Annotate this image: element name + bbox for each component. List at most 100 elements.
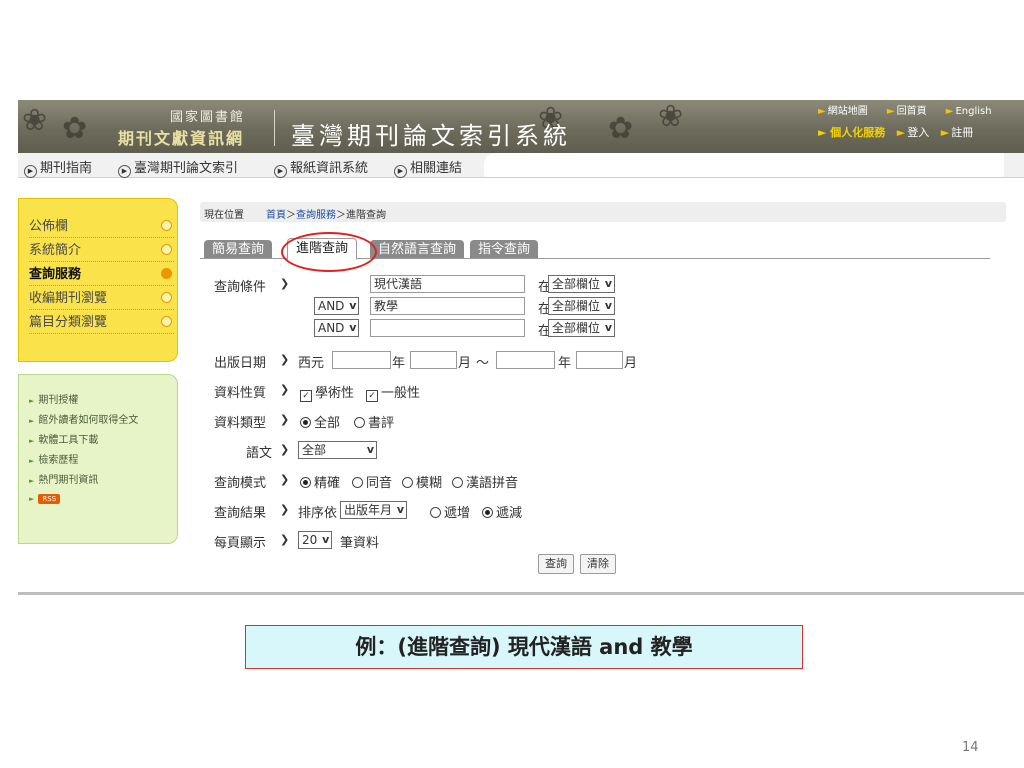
breadcrumb-path: 首頁＞查詢服務＞進階查詢 [266, 206, 386, 221]
per-page-label: 每頁顯示 [214, 536, 267, 551]
register-link[interactable]: ► 註冊 [941, 126, 973, 139]
tab-natural-language[interactable]: 自然語言查詢 [370, 240, 465, 258]
login-link[interactable]: ► 登入 [897, 126, 929, 139]
query-condition-label: 查詢條件 [214, 280, 267, 295]
start-year-input[interactable] [332, 351, 391, 369]
sidebar-item-search-service[interactable]: 查詢服務 [29, 263, 174, 286]
start-month-input[interactable] [410, 351, 457, 369]
breadcrumb-separator: ＞ [336, 210, 346, 221]
boolean-select-2[interactable]: AND [314, 297, 360, 315]
general-checkbox[interactable]: ✓ 一般性 [366, 382, 420, 402]
sort-desc-radio[interactable]: 遞減 [482, 502, 522, 521]
triangle-icon: ► [29, 417, 35, 425]
chevron-right-icon: ❯ [280, 413, 290, 426]
month-unit-label: 月 [624, 356, 638, 371]
radio-empty-icon [354, 417, 365, 428]
english-link[interactable]: ► English [946, 106, 1000, 117]
nav-item-journal-guide[interactable]: ▶ 期刊指南 [24, 157, 92, 178]
personal-service-link[interactable]: ► 個人化服務 [818, 126, 885, 139]
sidebar-link-authorization[interactable]: ► 期刊授權 [29, 391, 78, 406]
chevron-right-icon: ❯ [280, 443, 290, 456]
boolean-select-3[interactable]: AND [314, 319, 360, 337]
checkmark-icon: ✓ [366, 390, 378, 402]
sidebar-link-history[interactable]: ► 檢索歷程 [29, 451, 78, 466]
triangle-icon: ► [29, 457, 35, 465]
library-name: 國家圖書館 [170, 110, 246, 125]
highlight-circle [281, 232, 377, 272]
radio-empty-icon [452, 477, 463, 488]
sidebar-links-menu: ► 期刊授權 ► 館外讀者如何取得全文 ► 軟體工具下載 ► 檢索歷程 ► 熱門期刊資訊 … [18, 374, 178, 544]
year-unit-label: 年 [558, 356, 572, 371]
sitemap-link[interactable]: ► 網站地圖 [818, 106, 876, 117]
nav-item-related-links[interactable]: ▶ 相關連結 [394, 157, 462, 178]
tree-decoration-icon: ❀ [658, 100, 684, 134]
end-month-input[interactable] [576, 351, 623, 369]
mode-exact-radio[interactable]: 精確 [300, 472, 340, 491]
sidebar-item-category-browse[interactable]: 篇目分類瀏覽 [29, 311, 174, 334]
type-all-radio[interactable]: 全部 [300, 412, 340, 431]
mode-pinyin-radio[interactable]: 漢語拼音 [452, 472, 518, 491]
sidebar-item-intro[interactable]: 系統簡介 [29, 239, 174, 262]
nav-item-newspaper[interactable]: ▶ 報紙資訊系統 [274, 157, 368, 178]
triangle-icon: ► [29, 397, 35, 405]
publish-date-label: 出版日期 [214, 356, 267, 371]
home-link[interactable]: ► 回首頁 [887, 106, 935, 117]
chevron-right-icon: ❯ [280, 383, 290, 396]
chevron-right-icon: ❯ [280, 277, 290, 290]
system-title: 臺灣期刊論文索引系統 [291, 122, 571, 150]
year-unit-label: 年 [392, 356, 406, 371]
tree-decoration-icon: ✿ [608, 111, 634, 146]
breadcrumb-home-link[interactable]: 首頁 [266, 210, 286, 221]
tab-simple-search[interactable]: 簡易查詢 [204, 240, 273, 258]
field-select-1[interactable]: 全部欄位 [548, 275, 616, 293]
play-icon: ▶ [394, 165, 407, 178]
circle-bullet-icon [161, 268, 172, 279]
end-year-input[interactable] [496, 351, 555, 369]
tree-decoration-icon: ❀ [22, 103, 48, 138]
chevron-right-icon: ❯ [280, 353, 290, 366]
checkmark-icon: ✓ [300, 390, 312, 402]
circle-bullet-icon [161, 292, 172, 303]
sidebar-link-fulltext[interactable]: ► 館外讀者如何取得全文 [29, 411, 138, 426]
query-input-1[interactable]: 現代漢語 [370, 275, 525, 293]
breadcrumb-service-link[interactable]: 查詢服務 [296, 210, 336, 221]
screenshot-frame: ❀ ✿ ❀ ✿ ❀ 國家圖書館 期刊文獻資訊網 臺灣期刊論文索引系統 ► 網站地圖… [18, 100, 1024, 595]
radio-empty-icon [352, 477, 363, 488]
network-name-logo[interactable]: 期刊文獻資訊網 [118, 125, 244, 149]
breadcrumb-location-label: 現在位置 [204, 210, 244, 221]
nav-item-journal-index[interactable]: ▶ 臺灣期刊論文索引 [118, 157, 238, 178]
radio-selected-icon [300, 477, 311, 488]
query-input-2[interactable]: 教學 [370, 297, 525, 315]
circle-bullet-icon [161, 244, 172, 255]
clear-button[interactable]: 清除 [580, 554, 616, 574]
radio-empty-icon [430, 507, 441, 518]
tab-command-search[interactable]: 指令查詢 [470, 240, 539, 258]
field-select-2[interactable]: 全部欄位 [548, 297, 616, 315]
language-select[interactable]: 全部 [298, 441, 377, 459]
breadcrumb-current: 進階查詢 [346, 210, 386, 221]
triangle-icon: ► [886, 106, 895, 117]
search-button[interactable]: 查詢 [538, 554, 574, 574]
sidebar-item-bulletin[interactable]: 公佈欄 [29, 215, 174, 238]
per-page-select[interactable]: 20 [298, 531, 333, 549]
triangle-icon: ► [818, 106, 826, 117]
sidebar-link-software[interactable]: ► 軟體工具下載 [29, 431, 98, 446]
query-input-3[interactable] [370, 319, 525, 337]
academic-checkbox[interactable]: ✓ 學術性 [300, 382, 354, 402]
sort-select[interactable]: 出版年月 [340, 501, 408, 519]
mode-fuzzy-radio[interactable]: 模糊 [402, 472, 442, 491]
result-label: 查詢結果 [214, 506, 267, 521]
mode-homophone-radio[interactable]: 同音 [352, 472, 392, 491]
example-caption: 例：(進階查詢) 現代漢語 and 教學 [245, 625, 803, 669]
sidebar-link-popular[interactable]: ► 熱門期刊資訊 [29, 471, 98, 486]
sidebar-item-journal-browse[interactable]: 收編期刊瀏覽 [29, 287, 174, 310]
sort-asc-radio[interactable]: 遞增 [430, 502, 470, 521]
triangle-icon: ► [896, 126, 906, 139]
sidebar-link-rss[interactable]: ► RSS [29, 493, 61, 504]
type-review-radio[interactable]: 書評 [354, 412, 394, 431]
account-links: ► 個人化服務 ► 登入 ► 註冊 [818, 124, 973, 140]
field-select-3[interactable]: 全部欄位 [548, 319, 616, 337]
triangle-icon: ► [945, 106, 954, 117]
era-label: 西元 [298, 356, 325, 371]
circle-bullet-icon [161, 316, 172, 327]
